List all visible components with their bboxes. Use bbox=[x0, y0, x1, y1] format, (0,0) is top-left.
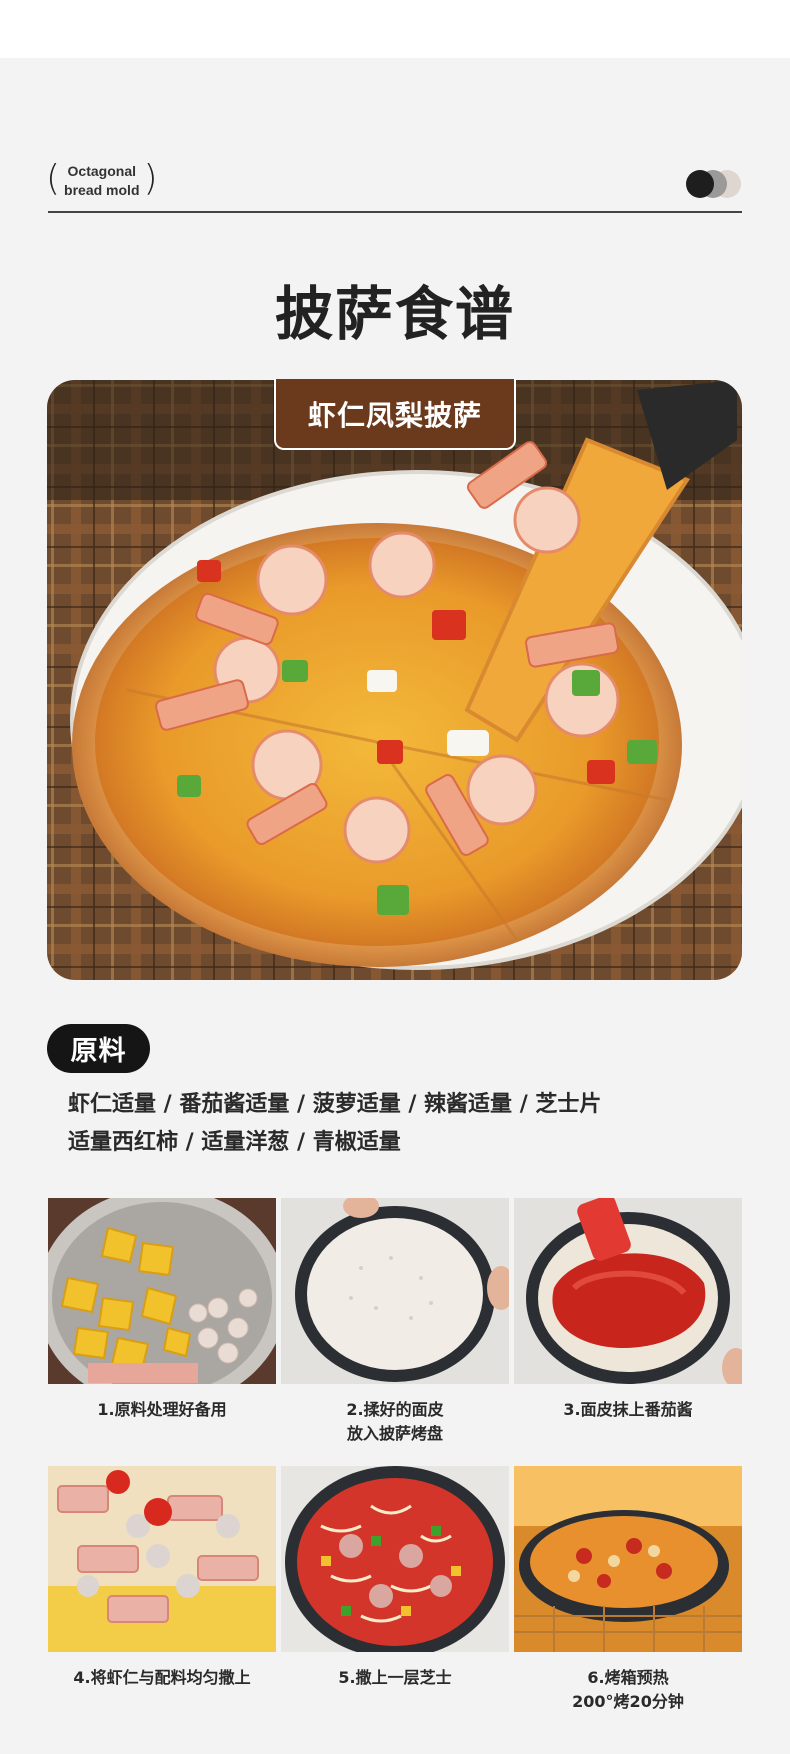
brand-line-1: Octagonal bbox=[67, 163, 137, 179]
step-1-line-1: 1.原料处理好备用 bbox=[97, 1400, 227, 1419]
brand-mark: ( Octagonal bread mold ) bbox=[46, 160, 158, 202]
ingredients-line-2: 适量西红柿 / 适量洋葱 / 青椒适量 bbox=[68, 1130, 401, 1155]
step-6-photo bbox=[514, 1466, 742, 1652]
step-2-line-1: 2.揉好的面皮 bbox=[346, 1400, 444, 1419]
step-3-line-1: 3.面皮抹上番茄酱 bbox=[563, 1400, 693, 1419]
step-card-6: 6.烤箱预热 200°烤20分钟 bbox=[514, 1466, 742, 1714]
step-4-line-1: 4.将虾仁与配料均匀撒上 bbox=[73, 1668, 251, 1687]
step-3-photo bbox=[514, 1198, 742, 1384]
step-card-1: 1.原料处理好备用 bbox=[48, 1198, 276, 1422]
ingredients-heading: 原料 bbox=[47, 1024, 150, 1073]
top-white-strip bbox=[0, 0, 790, 58]
step-6-caption: 6.烤箱预热 200°烤20分钟 bbox=[514, 1666, 742, 1714]
step-card-3: 3.面皮抹上番茄酱 bbox=[514, 1198, 742, 1422]
step-1-photo bbox=[48, 1198, 276, 1384]
step-card-4: 4.将虾仁与配料均匀撒上 bbox=[48, 1466, 276, 1690]
swatch-black bbox=[686, 170, 714, 198]
step-2-line-2: 放入披萨烤盘 bbox=[346, 1424, 443, 1443]
step-1-caption: 1.原料处理好备用 bbox=[48, 1398, 276, 1422]
brand-line-2: bread mold bbox=[64, 182, 140, 198]
hero-pizza-photo bbox=[47, 380, 742, 980]
step-card-2: 2.揉好的面皮 放入披萨烤盘 bbox=[281, 1198, 509, 1446]
step-2-caption: 2.揉好的面皮 放入披萨烤盘 bbox=[281, 1398, 509, 1446]
header-divider bbox=[48, 211, 742, 213]
step-6-line-1: 6.烤箱预热 bbox=[587, 1668, 669, 1687]
ingredients-line-1: 虾仁适量 / 番茄酱适量 / 菠萝适量 / 辣酱适量 / 芝士片 bbox=[68, 1092, 602, 1117]
recipe-name-ribbon: 虾仁凤梨披萨 bbox=[274, 379, 516, 450]
step-card-5: 5.撒上一层芝士 bbox=[281, 1466, 509, 1690]
step-5-caption: 5.撒上一层芝士 bbox=[281, 1666, 509, 1690]
step-5-photo bbox=[281, 1466, 509, 1652]
step-3-caption: 3.面皮抹上番茄酱 bbox=[514, 1398, 742, 1422]
left-paren-glyph: ( bbox=[46, 158, 61, 199]
right-paren-glyph: ) bbox=[143, 158, 158, 199]
step-4-caption: 4.将虾仁与配料均匀撒上 bbox=[48, 1666, 276, 1690]
step-6-line-2: 200°烤20分钟 bbox=[572, 1692, 684, 1711]
brand-words: Octagonal bread mold bbox=[64, 162, 139, 200]
step-2-photo bbox=[281, 1198, 509, 1384]
color-swatch-dots bbox=[686, 170, 742, 198]
page-title: 披萨食谱 bbox=[274, 280, 515, 348]
step-5-line-1: 5.撒上一层芝士 bbox=[338, 1668, 452, 1687]
ingredients-list: 虾仁适量 / 番茄酱适量 / 菠萝适量 / 辣酱适量 / 芝士片 适量西红柿 /… bbox=[68, 1086, 748, 1162]
step-4-photo bbox=[48, 1466, 276, 1652]
